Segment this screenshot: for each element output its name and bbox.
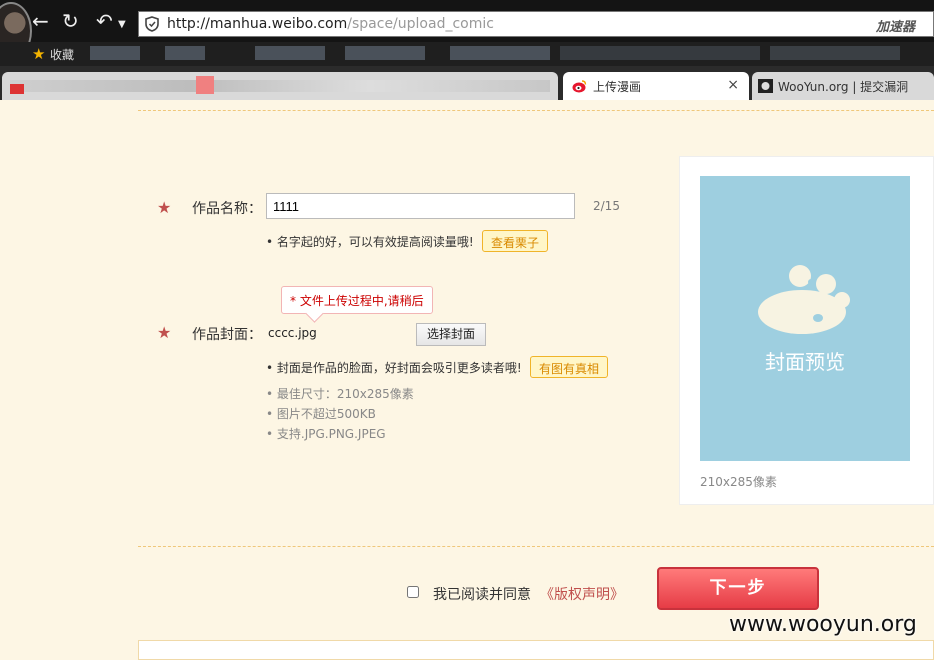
bookmarks-label[interactable]: 收藏	[50, 46, 74, 63]
name-hint: • 名字起的好，可以有效提高阅读量哦!	[266, 235, 474, 249]
watermark: www.wooyun.org	[729, 612, 917, 637]
cover-hint: • 封面是作品的脸面，好封面会吸引更多读者哦!	[266, 361, 522, 375]
agree-checkbox[interactable]	[407, 586, 419, 598]
tab-upload-comic[interactable]: 上传漫画 ×	[563, 72, 749, 100]
shield-icon	[145, 16, 159, 32]
blurred-tab-title	[10, 80, 550, 92]
blurred-bookmark	[90, 46, 140, 60]
address-bar[interactable]: http://manhua.weibo.com/space/upload_com…	[138, 11, 934, 37]
cover-size-note: 210x285像素	[700, 475, 777, 489]
wooyun-icon	[758, 79, 773, 93]
blurred-bookmark	[165, 46, 205, 60]
cover-rule: • 最佳尺寸：210x285像素	[266, 387, 414, 401]
url-text: http://manhua.weibo.com/space/upload_com…	[167, 16, 494, 32]
required-star-icon: ★	[157, 198, 172, 217]
cover-preview-image: 封面预览	[700, 176, 910, 461]
blurred-bookmark	[560, 46, 760, 60]
cover-example-button[interactable]: 有图有真相	[530, 356, 609, 378]
blurred-bookmark	[770, 46, 900, 60]
tab-title: 上传漫画	[593, 80, 642, 94]
cover-preview-panel: 封面预览 210x285像素	[679, 156, 934, 505]
bookmarks-bar: ★ 收藏	[0, 42, 934, 66]
choose-cover-button[interactable]: 选择封面	[416, 323, 486, 346]
required-star-icon: ★	[157, 323, 172, 342]
name-char-counter: 2/15	[593, 199, 620, 213]
cover-label: 作品封面：	[192, 327, 262, 343]
blurred-tab-icon	[10, 84, 24, 94]
bookmark-star-icon[interactable]: ★	[32, 45, 45, 63]
cover-rule: • 图片不超过500KB	[266, 407, 376, 421]
copyright-statement-link[interactable]: 《版权声明》	[540, 584, 624, 604]
undo-icon[interactable]: ↶	[96, 10, 113, 32]
tab-strip: 上传漫画 × WooYun.org | 提交漏洞	[0, 66, 934, 100]
reload-icon[interactable]: ↻	[62, 10, 79, 32]
name-label: 作品名称：	[192, 201, 262, 217]
blurred-tab-mark	[196, 76, 214, 94]
comic-name-input[interactable]	[266, 193, 575, 219]
tab-blurred[interactable]	[2, 72, 558, 100]
weibo-icon	[572, 80, 587, 93]
agree-text: 我已阅读并同意	[433, 587, 531, 603]
blurred-bookmark	[345, 46, 425, 60]
blurred-bookmark	[255, 46, 325, 60]
close-icon[interactable]: ×	[727, 77, 739, 93]
bottom-panel	[138, 640, 934, 660]
cover-rule: • 支持.JPG.PNG.JPEG	[266, 427, 386, 441]
cover-filename: cccc.jpg	[268, 326, 317, 340]
weibo-manhua-logo-icon	[758, 265, 850, 334]
back-icon[interactable]: ←	[32, 10, 49, 32]
accelerator-button[interactable]: 加速器	[876, 16, 915, 35]
divider	[138, 110, 934, 111]
tooltip-text: * 文件上传过程中,请稍后	[290, 294, 424, 308]
divider	[138, 546, 934, 547]
tab-title: WooYun.org | 提交漏洞	[778, 80, 909, 94]
chevron-down-icon[interactable]: ▼	[118, 14, 126, 36]
upload-form-page: ★ 作品名称： 2/15 • 名字起的好，可以有效提高阅读量哦! 查看栗子 * …	[0, 100, 934, 660]
upload-progress-tooltip: * 文件上传过程中,请稍后	[281, 286, 433, 323]
blurred-bookmark	[450, 46, 550, 60]
cover-preview-title: 封面预览	[765, 350, 845, 374]
tab-wooyun[interactable]: WooYun.org | 提交漏洞	[752, 72, 934, 100]
browser-toolbar: ← ↻ ↶ ▼ http://manhua.weibo.com/space/up…	[0, 0, 934, 60]
next-step-button[interactable]: 下一步	[657, 567, 819, 610]
view-example-button[interactable]: 查看栗子	[482, 230, 549, 252]
